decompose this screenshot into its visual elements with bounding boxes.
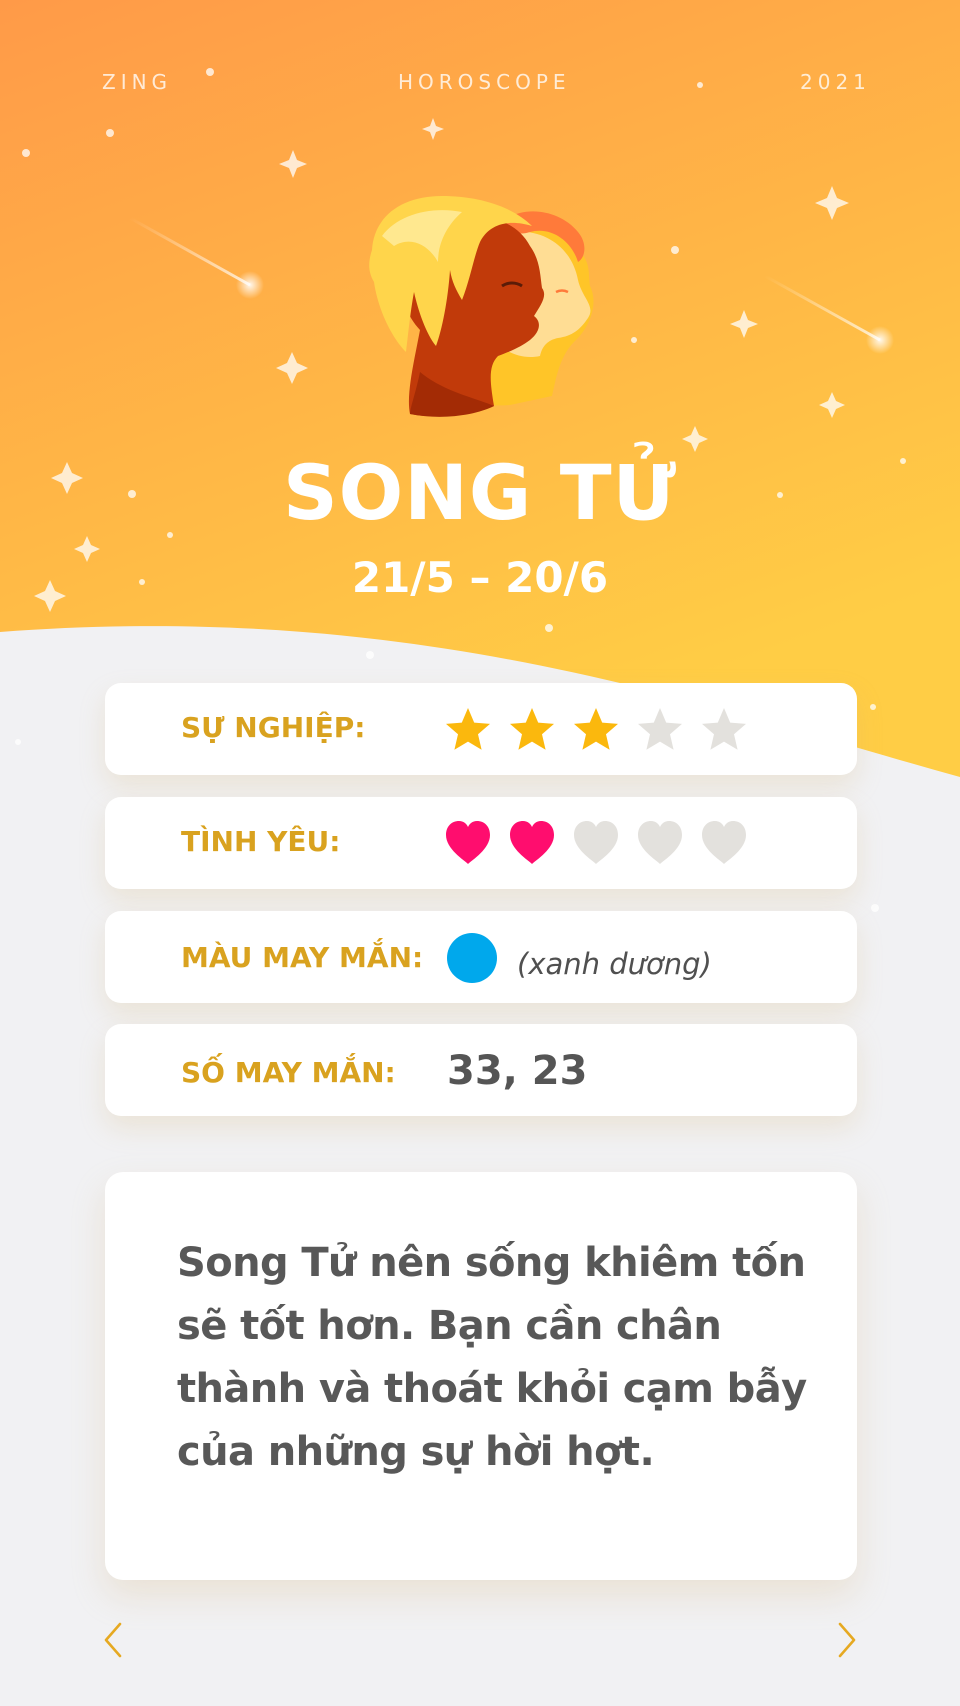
love-card: TÌNH YÊU: — [105, 797, 857, 889]
section-label: HOROSCOPE — [398, 70, 571, 94]
advice-text: Song Tử nên sống khiêm tốn sẽ tốt hơn. B… — [177, 1240, 807, 1475]
lucky-number-value: 33, 23 — [447, 1048, 588, 1094]
lucky-number-card: SỐ MAY MẮN: 33, 23 — [105, 1024, 857, 1116]
brand-label: ZING — [102, 70, 173, 94]
lucky-number-label: SỐ MAY MẮN: — [181, 1056, 396, 1089]
career-card: SỰ NGHIỆP: — [105, 683, 857, 775]
heart-empty-icon — [574, 821, 618, 864]
star-filled-icon — [574, 708, 618, 750]
heart-filled-icon — [446, 821, 490, 864]
career-rating — [443, 705, 763, 753]
sign-dates: 21/5 – 20/6 — [351, 553, 609, 602]
chevron-right-icon[interactable] — [834, 1620, 860, 1660]
heart-empty-icon — [702, 821, 746, 864]
star-filled-icon — [446, 708, 490, 750]
lucky-color-name: (xanh dương) — [517, 947, 712, 981]
star-filled-icon — [510, 708, 554, 750]
star-empty-icon — [638, 708, 682, 750]
gemini-twins-icon — [369, 196, 594, 417]
sign-name: SONG TỬ — [282, 448, 678, 537]
horoscope-page: ZING HOROSCOPE 2021 SONG TỬ 21/5 – 20/6 … — [0, 0, 960, 1706]
love-label: TÌNH YÊU: — [181, 825, 341, 858]
love-rating — [443, 819, 763, 867]
lucky-color-swatch — [447, 933, 497, 983]
heart-empty-icon — [638, 821, 682, 864]
advice-card: Song Tử nên sống khiêm tốn sẽ tốt hơn. B… — [105, 1172, 857, 1580]
heart-filled-icon — [510, 821, 554, 864]
year-label: 2021 — [800, 70, 871, 94]
lucky-color-card: MÀU MAY MẮN: (xanh dương) — [105, 911, 857, 1003]
career-label: SỰ NGHIỆP: — [181, 711, 366, 744]
lucky-color-label: MÀU MAY MẮN: — [181, 941, 424, 974]
chevron-left-icon[interactable] — [100, 1620, 126, 1660]
star-empty-icon — [702, 708, 746, 750]
